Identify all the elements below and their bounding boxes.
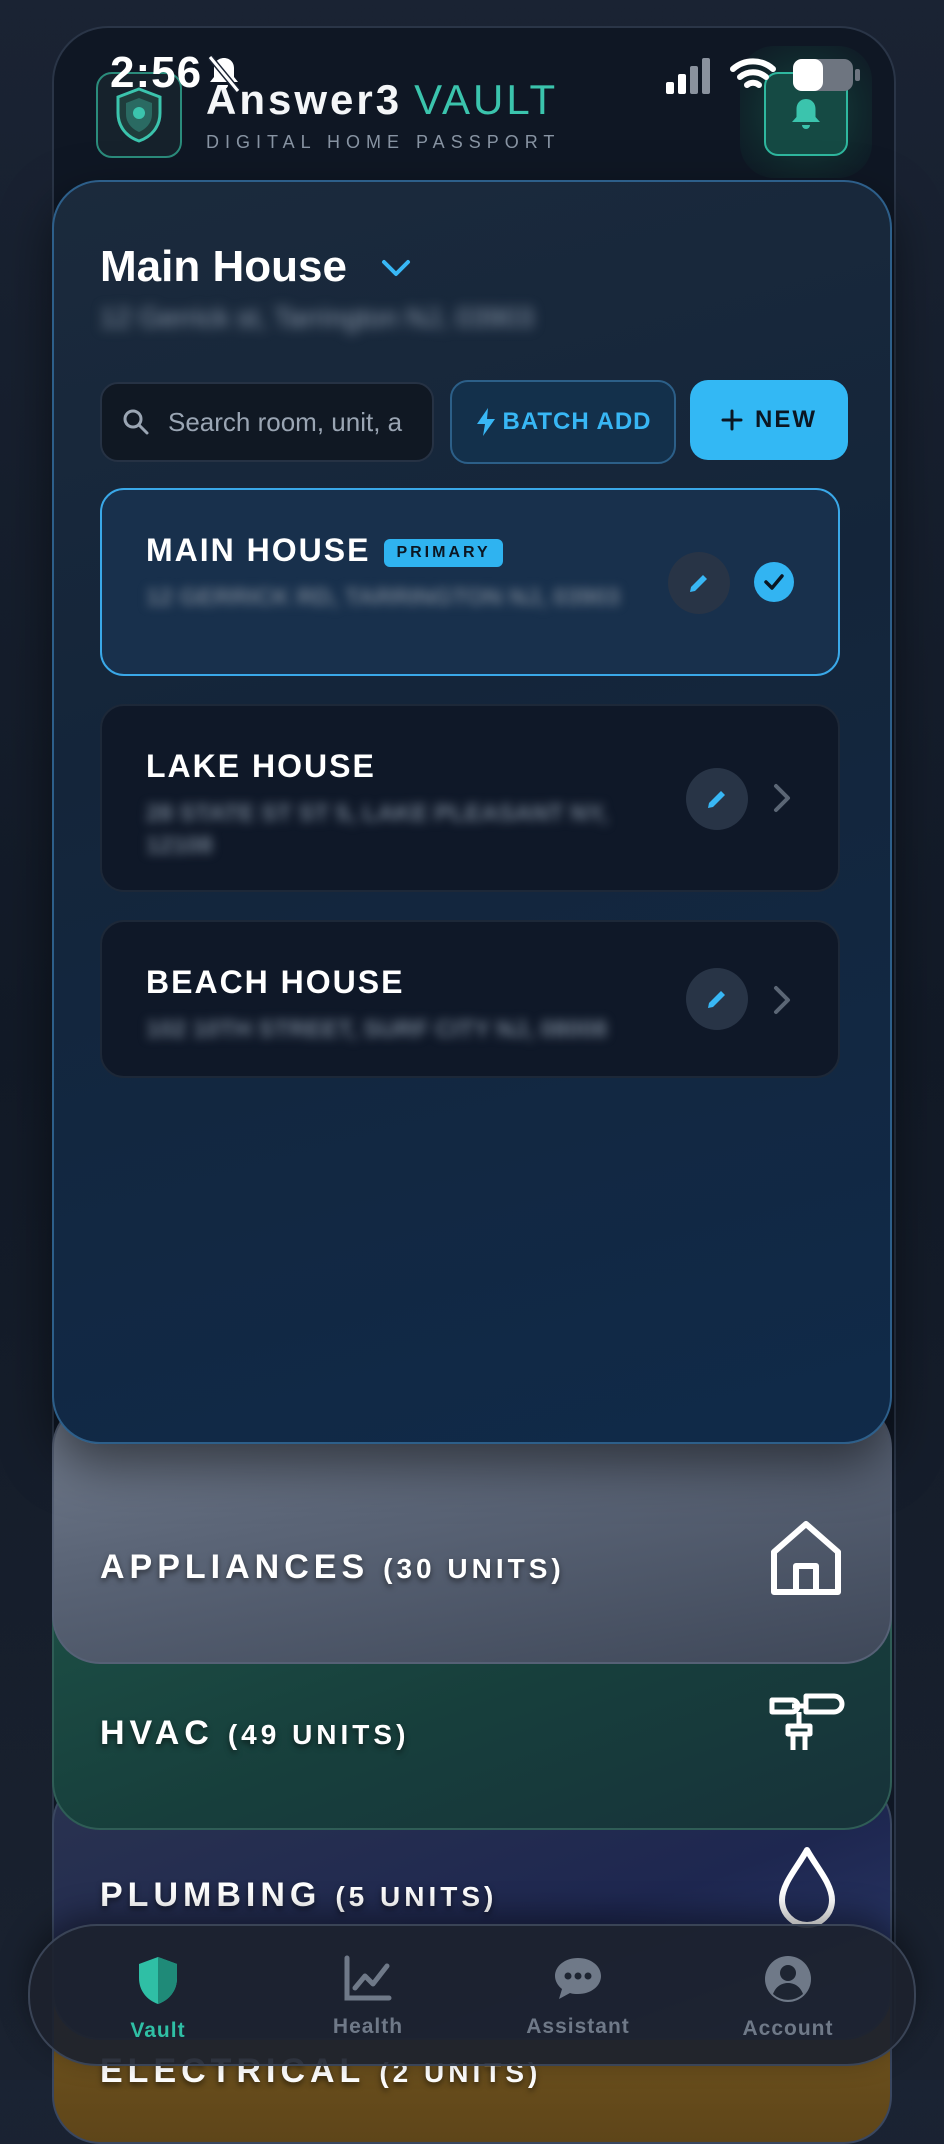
property-item-lake-house[interactable]: LAKE HOUSE 28 STATE ST ST 5, LAKE PLEASA… <box>100 704 840 892</box>
shield-icon <box>139 1957 177 2004</box>
chevron-right-icon <box>774 784 790 812</box>
chevron-right-icon <box>774 986 790 1014</box>
home-icon <box>771 1521 841 1595</box>
current-house-address: 12 Gerrick st, Tarrington NJ, 03903 <box>100 302 534 333</box>
user-icon <box>765 1956 811 2002</box>
new-label: NEW <box>755 406 817 433</box>
batch-add-label: BATCH ADD <box>502 408 652 435</box>
status-bar: 2:56 <box>0 0 944 110</box>
app-subtitle: DIGITAL HOME PASSPORT <box>206 132 561 152</box>
signal-icon <box>666 58 710 94</box>
chart-icon <box>344 1955 392 2001</box>
nav-tab-health[interactable]: Health <box>288 1954 448 2039</box>
house-selector-panel: Main House 12 Gerrick st, Tarrington NJ,… <box>52 180 892 1444</box>
pencil-icon <box>708 991 725 1008</box>
pencil-icon <box>690 575 707 592</box>
category-label-plumbing: PLUMBING (5 UNITS) <box>100 1876 498 1914</box>
property-address: 102 10TH STREET, SURF CITY NJ, 08008 <box>146 1016 608 1043</box>
search-field[interactable] <box>100 382 434 462</box>
new-property-button[interactable]: NEW <box>690 380 848 460</box>
chevron-down-icon[interactable] <box>380 256 412 280</box>
wifi-icon <box>730 58 776 88</box>
search-input[interactable] <box>166 405 406 439</box>
property-item-main-house[interactable]: MAIN HOUSE PRIMARY 12 GERRICK RD, TARRING… <box>100 488 840 676</box>
batch-add-button[interactable]: BATCH ADD <box>450 380 676 464</box>
water-drop-icon <box>779 1847 835 1928</box>
edit-property-button[interactable] <box>686 768 748 830</box>
category-label-hvac: HVAC (49 UNITS) <box>100 1714 410 1752</box>
pencil-icon <box>708 791 725 808</box>
nav-tab-vault[interactable]: Vault <box>78 1954 238 2043</box>
edit-property-button[interactable] <box>668 552 730 614</box>
silent-mode-icon <box>207 55 241 93</box>
battery-icon <box>793 59 860 91</box>
plus-icon <box>721 409 743 431</box>
nav-tab-account[interactable]: Account <box>708 1954 868 2041</box>
status-time: 2:56 <box>110 48 203 97</box>
lightning-icon <box>476 408 495 436</box>
property-item-beach-house[interactable]: BEACH HOUSE 102 10TH STREET, SURF CITY N… <box>100 920 840 1078</box>
current-house-title[interactable]: Main House <box>100 242 347 292</box>
chat-icon <box>555 1958 601 1999</box>
property-name: BEACH HOUSE <box>146 964 405 1000</box>
primary-badge: PRIMARY <box>384 539 503 567</box>
selected-check-icon <box>754 562 794 602</box>
property-name: LAKE HOUSE <box>146 748 376 784</box>
nav-tab-assistant[interactable]: Assistant <box>498 1954 658 2039</box>
bottom-navigation: Vault Health Assistant Account <box>28 1924 916 2066</box>
property-name: MAIN HOUSE PRIMARY <box>146 532 503 569</box>
fan-icon <box>769 1693 845 1750</box>
search-icon <box>123 409 149 435</box>
edit-property-button[interactable] <box>686 968 748 1030</box>
property-address: 12 GERRICK RD, TARRINGTON NJ, 03903 <box>146 584 620 611</box>
category-label-appliances: APPLIANCES (30 UNITS) <box>100 1548 565 1586</box>
property-address: 28 STATE ST ST 5, LAKE PLEASANT NY, 1210… <box>146 800 608 859</box>
